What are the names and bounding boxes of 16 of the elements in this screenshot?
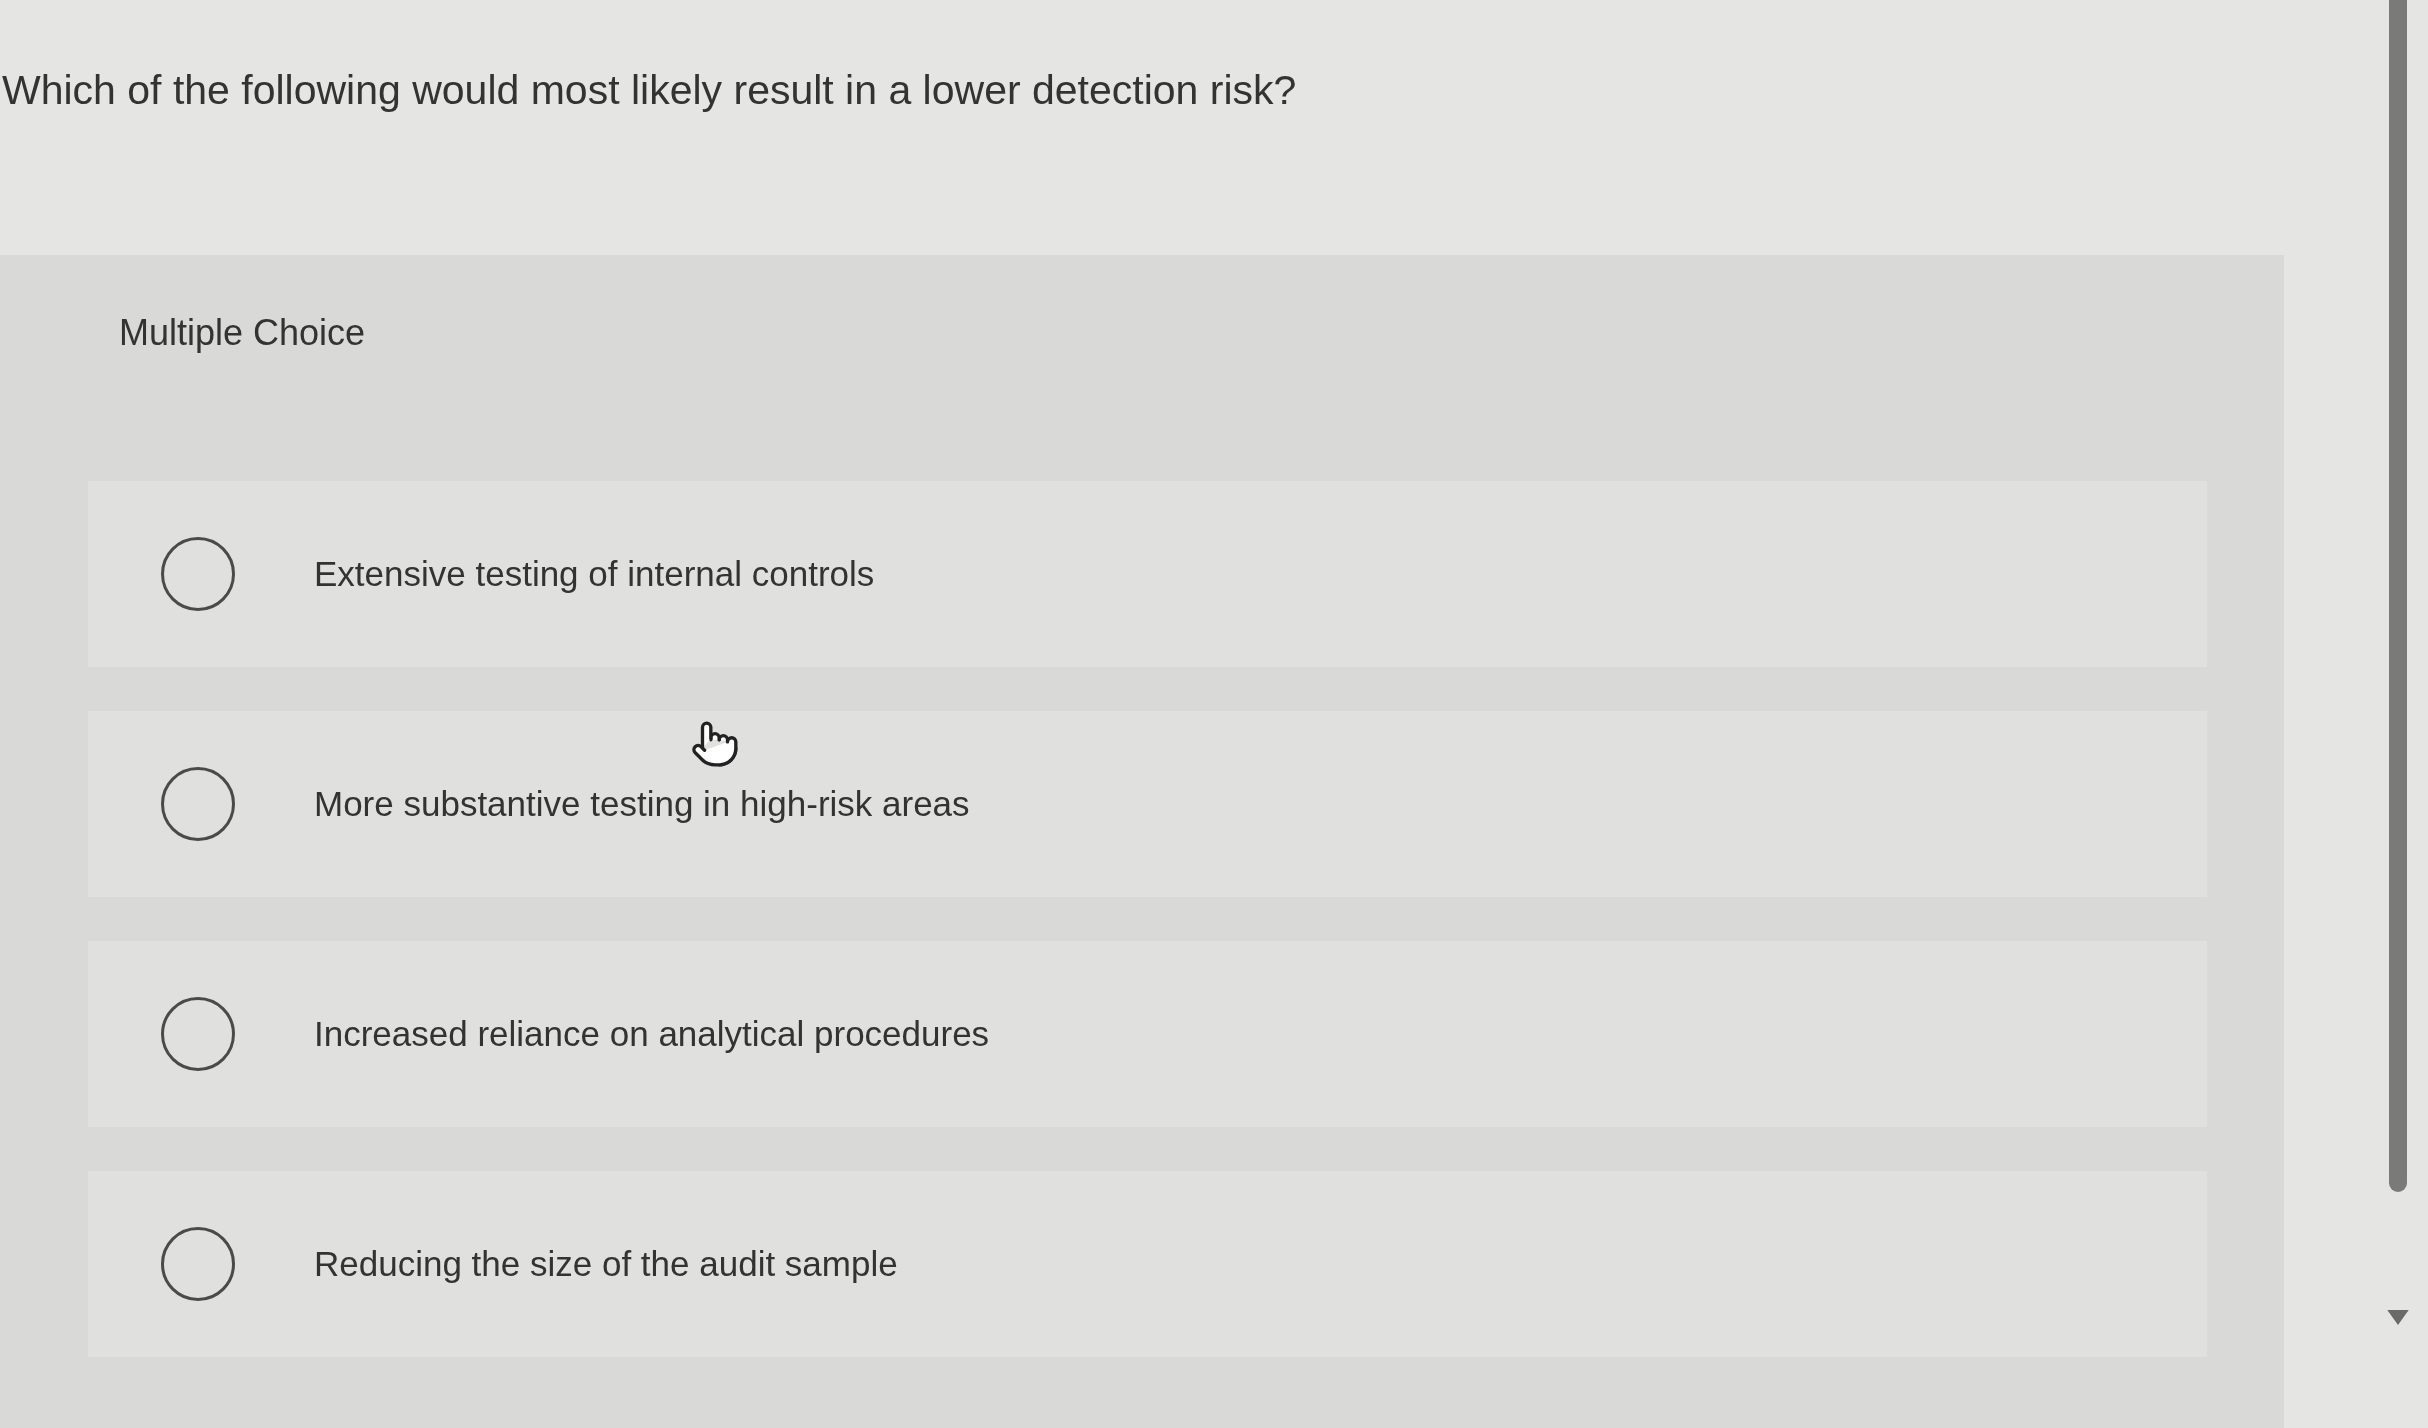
option-text: Increased reliance on analytical procedures — [314, 1013, 990, 1055]
scrollbar-thumb[interactable] — [2389, 0, 2407, 1192]
radio-button[interactable] — [161, 997, 235, 1071]
radio-button[interactable] — [161, 1227, 235, 1301]
answer-option[interactable]: Reducing the size of the audit sample — [88, 1171, 2207, 1357]
scroll-down-arrow-icon[interactable] — [2387, 1310, 2409, 1325]
answer-option[interactable]: Increased reliance on analytical procedures — [88, 941, 2207, 1127]
option-text: Extensive testing of internal controls — [314, 553, 875, 595]
option-text: More substantive testing in high-risk areas — [314, 783, 970, 825]
question-text: Which of the following would most likely result in a lower detection risk? — [1, 66, 1297, 114]
answer-option[interactable]: Extensive testing of internal controls — [88, 481, 2207, 667]
radio-button[interactable] — [161, 767, 235, 841]
answer-option[interactable]: More substantive testing in high-risk areas — [88, 711, 2207, 897]
question-type-label: Multiple Choice — [119, 312, 366, 354]
option-text: Reducing the size of the audit sample — [314, 1243, 898, 1285]
radio-button[interactable] — [161, 537, 235, 611]
